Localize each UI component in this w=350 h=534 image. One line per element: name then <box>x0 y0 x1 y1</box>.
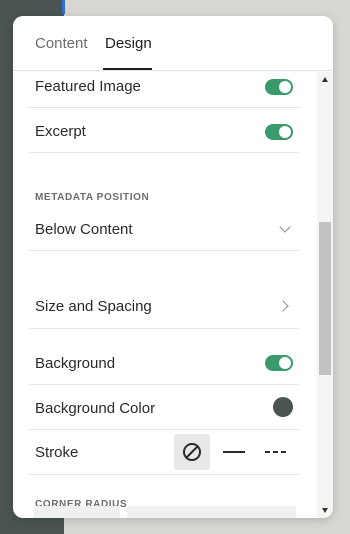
tab-design[interactable]: Design <box>105 35 152 52</box>
scrollbar-thumb[interactable] <box>319 222 331 375</box>
chevron-right-icon <box>277 300 289 312</box>
scroll-up-arrow-icon[interactable] <box>322 77 328 82</box>
featured-image-row: Featured Image <box>29 72 299 108</box>
dashed-line-icon <box>265 451 287 453</box>
background-color-label: Background Color <box>35 400 156 417</box>
excerpt-row: Excerpt <box>29 108 299 153</box>
tab-content[interactable]: Content <box>35 35 88 52</box>
excerpt-toggle[interactable] <box>265 124 293 140</box>
size-and-spacing-row[interactable]: Size and Spacing <box>29 251 299 329</box>
corner-radius-options[interactable] <box>34 506 120 518</box>
background-row: Background <box>29 329 299 385</box>
corner-radius-slider[interactable] <box>127 506 296 518</box>
excerpt-label: Excerpt <box>35 123 86 140</box>
settings-scroll-area[interactable]: Featured Image Excerpt METADATA POSITION… <box>13 72 317 518</box>
stroke-row: Stroke <box>29 430 299 475</box>
background-color-row: Background Color <box>29 385 299 430</box>
panel-tabs: Content Design <box>13 16 333 71</box>
backdrop-selection-edge <box>62 0 65 14</box>
design-panel: Content Design Featured Image Excerpt ME… <box>13 16 333 518</box>
metadata-position-select[interactable]: Below Content <box>29 202 299 251</box>
active-tab-indicator <box>103 68 152 70</box>
stroke-label: Stroke <box>35 444 79 461</box>
chevron-down-icon <box>279 221 291 233</box>
metadata-position-value: Below Content <box>35 221 133 238</box>
stroke-dashed-option[interactable] <box>258 434 294 470</box>
background-toggle[interactable] <box>265 355 293 371</box>
scroll-down-arrow-icon[interactable] <box>322 508 328 513</box>
stroke-none-option[interactable] <box>174 434 210 470</box>
solid-line-icon <box>223 451 245 453</box>
toggle-knob <box>279 357 291 369</box>
stroke-solid-option[interactable] <box>216 434 252 470</box>
toggle-knob <box>279 126 291 138</box>
background-color-swatch[interactable] <box>273 397 293 417</box>
none-icon <box>183 443 201 461</box>
featured-image-toggle[interactable] <box>265 79 293 95</box>
size-and-spacing-label: Size and Spacing <box>35 298 152 315</box>
scrollbar[interactable] <box>317 72 333 518</box>
toggle-knob <box>279 81 291 93</box>
featured-image-label: Featured Image <box>35 78 141 95</box>
background-label: Background <box>35 355 116 372</box>
